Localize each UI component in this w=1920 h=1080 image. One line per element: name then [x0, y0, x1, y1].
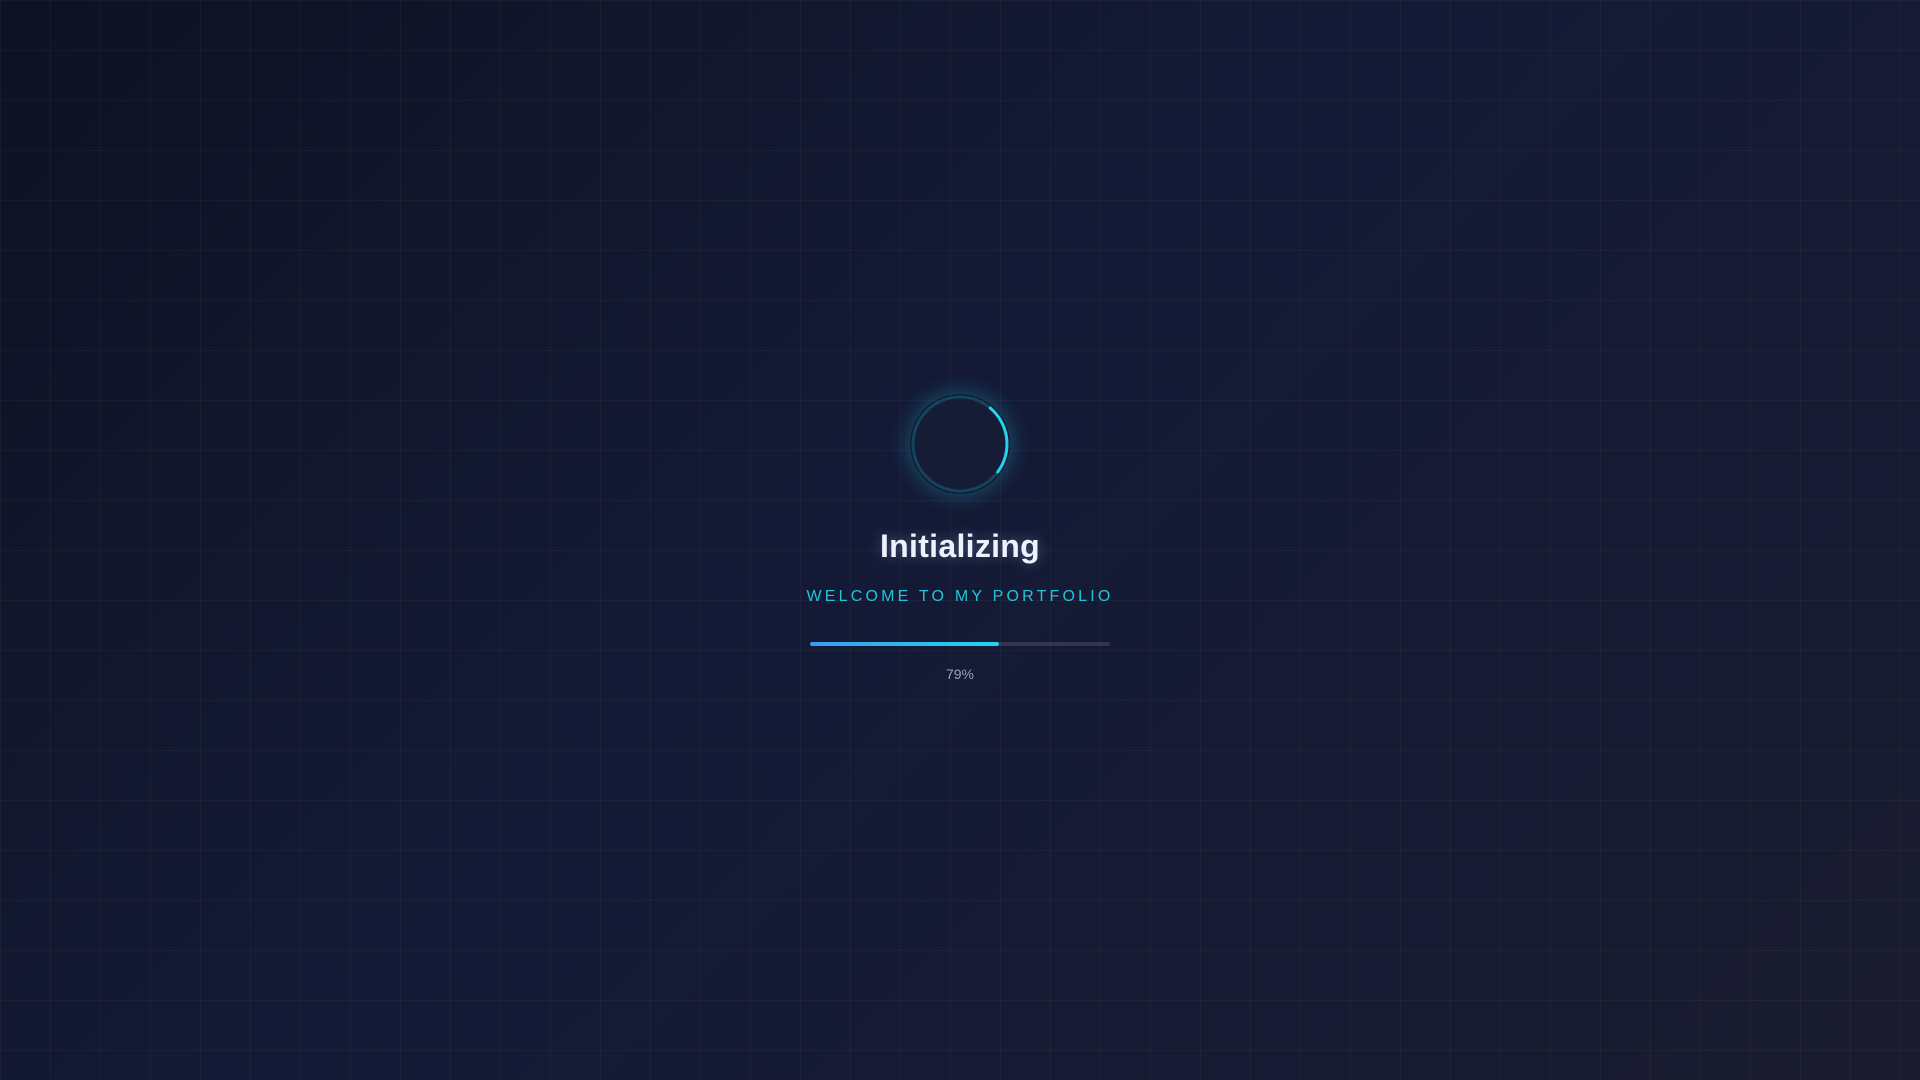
loading-title: Initializing: [879, 528, 1041, 564]
loading-subtitle: WELCOME TO MY PORTFOLIO: [806, 588, 1114, 605]
progress-bar-fill: [810, 642, 999, 646]
progress-bar: [810, 642, 1110, 646]
loading-spinner-icon: [910, 394, 1010, 494]
loading-screen: Initializing WELCOME TO MY PORTFOLIO 79%: [0, 0, 1920, 1080]
progress-percent: 79%: [945, 666, 975, 682]
